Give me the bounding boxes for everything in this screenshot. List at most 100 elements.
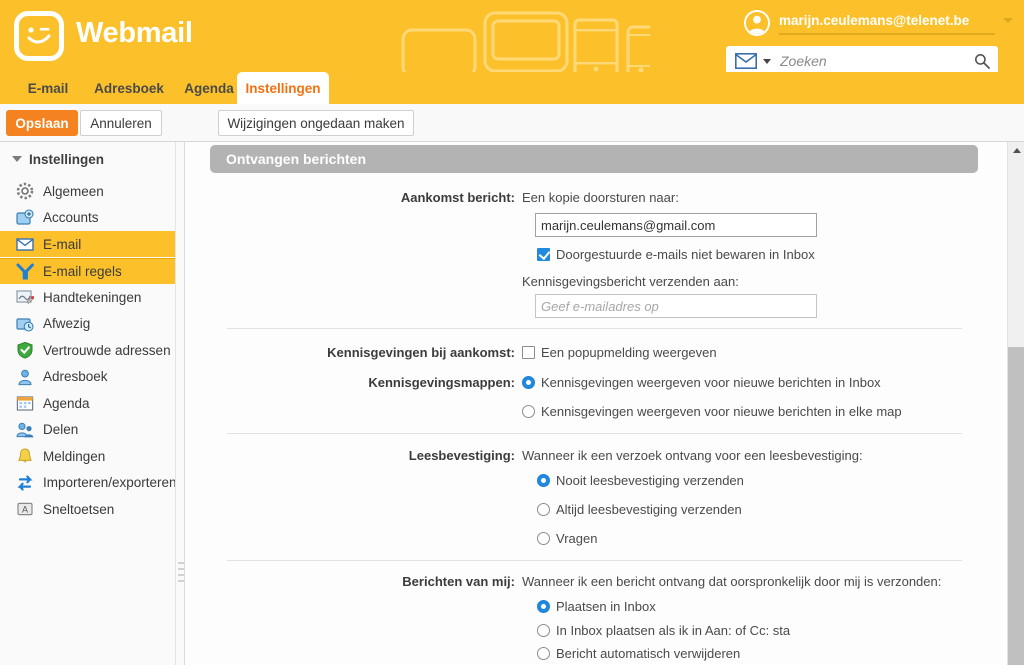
cancel-button[interactable]: Annuleren — [80, 110, 162, 136]
content-vertical-scrollbar[interactable] — [1007, 142, 1024, 665]
sidebar-item-label: Algemeen — [43, 183, 104, 199]
divider — [227, 560, 962, 561]
tab-adresboek[interactable]: Adresboek — [82, 72, 176, 104]
sidebar-item-agenda[interactable]: Agenda — [0, 390, 175, 416]
sidebar-item-label: Agenda — [43, 395, 90, 411]
sidebar-item-vertrouwde-adressen[interactable]: Vertrouwde adressen — [0, 337, 175, 363]
sidebar-item-delen[interactable]: Delen — [0, 417, 175, 443]
messages-from-me-label: Berichten van mij: — [402, 574, 515, 589]
popup-notice-option[interactable]: Een popupmelding weergeven — [522, 345, 717, 360]
messages-from-me-option-0[interactable]: Plaatsen in Inbox — [537, 599, 656, 614]
messages-from-me-radio-0[interactable] — [537, 600, 550, 613]
read-receipt-caption: Wanneer ik een verzoek ontvang voor een … — [522, 448, 863, 463]
sidebar-header[interactable]: Instellingen — [0, 146, 175, 172]
sidebar-item-meldingen[interactable]: Meldingen — [0, 443, 175, 469]
notify-folders-option-0[interactable]: Kennisgevingen weergeven voor nieuwe ber… — [522, 375, 881, 390]
messages-from-me-label-2: Bericht automatisch verwijderen — [556, 646, 741, 661]
save-button[interactable]: Opslaan — [6, 110, 78, 136]
sidebar-item-afwezig[interactable]: Afwezig — [0, 311, 175, 337]
webmail-logo — [14, 11, 64, 61]
user-avatar-icon — [746, 12, 768, 34]
notify-folders-label-0: Kennisgevingen weergeven voor nieuwe ber… — [541, 375, 881, 390]
messages-from-me-option-1[interactable]: In Inbox plaatsen als ik in Aan: of Cc: … — [537, 623, 790, 638]
messages-from-me-label-0: Plaatsen in Inbox — [556, 599, 656, 614]
tab-agenda[interactable]: Agenda — [176, 72, 242, 104]
page-title: Ontvangen berichten — [210, 145, 978, 173]
settings-sidebar: Instellingen Algemeen Accounts E-mail E-mai… — [0, 142, 177, 665]
read-receipt-label-0: Nooit leesbevestiging verzenden — [556, 473, 744, 488]
read-receipt-option-1[interactable]: Altijd leesbevestiging verzenden — [537, 502, 742, 517]
keep-copy-checkbox[interactable] — [537, 248, 550, 261]
account-row[interactable]: marijn.ceulemans@telenet.be — [726, 8, 1016, 38]
notify-address-input[interactable] — [535, 294, 817, 318]
messages-from-me-caption: Wanneer ik een bericht ontvang dat oorsp… — [522, 574, 942, 589]
sidebar-item-sneltoetsen[interactable]: A Sneltoetsen — [0, 496, 175, 522]
revert-changes-button[interactable]: Wijzigingen ongedaan maken — [218, 110, 414, 136]
sidebar-item-e-mail-regels[interactable]: E-mail regels — [0, 257, 175, 284]
sidebar-item-label: Vertrouwde adressen — [43, 342, 171, 358]
share-users-icon — [16, 421, 34, 439]
scrollbar-thumb[interactable] — [1008, 347, 1024, 665]
scroll-up-arrow-icon[interactable] — [1008, 142, 1024, 159]
read-receipt-label-1: Altijd leesbevestiging verzenden — [556, 502, 742, 517]
devices-illustration-icon — [401, 11, 650, 72]
settings-content: Ontvangen berichten Aankomst bericht: Ee… — [185, 142, 1024, 665]
tab-e-mail[interactable]: E-mail — [14, 72, 82, 104]
read-receipt-radio-2[interactable] — [537, 532, 550, 545]
envelope-icon[interactable] — [735, 53, 757, 69]
search-bar[interactable] — [726, 46, 998, 72]
sidebar-splitter[interactable] — [175, 142, 185, 665]
tab-instellingen[interactable]: Instellingen — [237, 72, 329, 104]
webmail-app: Webmail marijn.ceulemans@telenet.be Zoek… — [0, 0, 1024, 665]
filter-rules-icon — [16, 262, 34, 280]
sidebar-item-accounts[interactable]: Accounts — [0, 205, 175, 231]
splitter-grip-icon[interactable] — [178, 562, 184, 588]
sidebar-item-handtekeningen[interactable]: Handtekeningen — [0, 284, 175, 310]
search-icon[interactable] — [974, 53, 990, 69]
sidebar-item-label: E-mail — [43, 236, 82, 252]
notify-folders-option-1[interactable]: Kennisgevingen weergeven voor nieuwe ber… — [522, 404, 902, 419]
sidebar-item-adresboek[interactable]: Adresboek — [0, 364, 175, 390]
read-receipt-radio-1[interactable] — [537, 503, 550, 516]
sidebar-item-label: Delen — [43, 422, 79, 437]
search-input[interactable] — [778, 46, 968, 72]
collapse-triangle-icon[interactable] — [12, 156, 22, 162]
sidebar-item-label: Importeren/exporteren — [43, 475, 177, 490]
popup-notice-label: Een popupmelding weergeven — [541, 345, 717, 360]
read-receipt-option-2[interactable]: Vragen — [537, 531, 597, 546]
signature-icon — [16, 288, 35, 306]
sidebar-item-e-mail[interactable]: E-mail — [0, 231, 175, 257]
shield-check-icon — [16, 341, 34, 359]
account-email: marijn.ceulemans@telenet.be — [779, 13, 970, 28]
read-receipt-label-2: Vragen — [556, 531, 598, 546]
search-scope-chevron-down-icon[interactable] — [763, 59, 771, 64]
notify-folders-label-1: Kennisgevingen weergeven voor nieuwe ber… — [541, 404, 902, 419]
account-underline — [779, 33, 995, 35]
read-receipt-radio-0[interactable] — [537, 474, 550, 487]
divider — [227, 433, 962, 434]
notify-folders-label: Kennisgevingsmappen: — [368, 375, 515, 390]
read-receipt-option-0[interactable]: Nooit leesbevestiging verzenden — [537, 473, 744, 488]
keyboard-key-icon: A — [16, 500, 34, 518]
popup-notice-checkbox[interactable] — [522, 346, 535, 359]
sidebar-item-importeren-exporteren[interactable]: Importeren/exporteren — [0, 470, 177, 496]
messages-from-me-radio-1[interactable] — [537, 624, 550, 637]
messages-from-me-radio-2[interactable] — [537, 647, 550, 660]
out-of-office-icon — [16, 315, 34, 333]
bell-icon — [16, 447, 34, 465]
chevron-down-icon[interactable] — [1003, 18, 1013, 23]
notify-arrival-label: Kennisgevingen bij aankomst: — [327, 345, 515, 360]
sidebar-header-label: Instellingen — [29, 151, 105, 167]
winking-smiley-logo-icon — [27, 27, 51, 44]
notify-folders-radio-1[interactable] — [522, 405, 535, 418]
main-nav-tabs: E-mail Adresboek Agenda Instellingen — [0, 72, 1024, 104]
svg-text:A: A — [22, 504, 28, 514]
sidebar-item-label: Adresboek — [43, 369, 108, 384]
notify-folders-radio-0[interactable] — [522, 376, 535, 389]
import-export-icon — [16, 474, 34, 492]
messages-from-me-option-2[interactable]: Bericht automatisch verwijderen — [537, 646, 740, 661]
sidebar-item-algemeen[interactable]: Algemeen — [0, 178, 175, 204]
gear-icon — [16, 182, 34, 200]
forward-address-input[interactable] — [535, 213, 817, 237]
keep-copy-option[interactable]: Doorgestuurde e-mails niet bewaren in In… — [537, 247, 815, 262]
